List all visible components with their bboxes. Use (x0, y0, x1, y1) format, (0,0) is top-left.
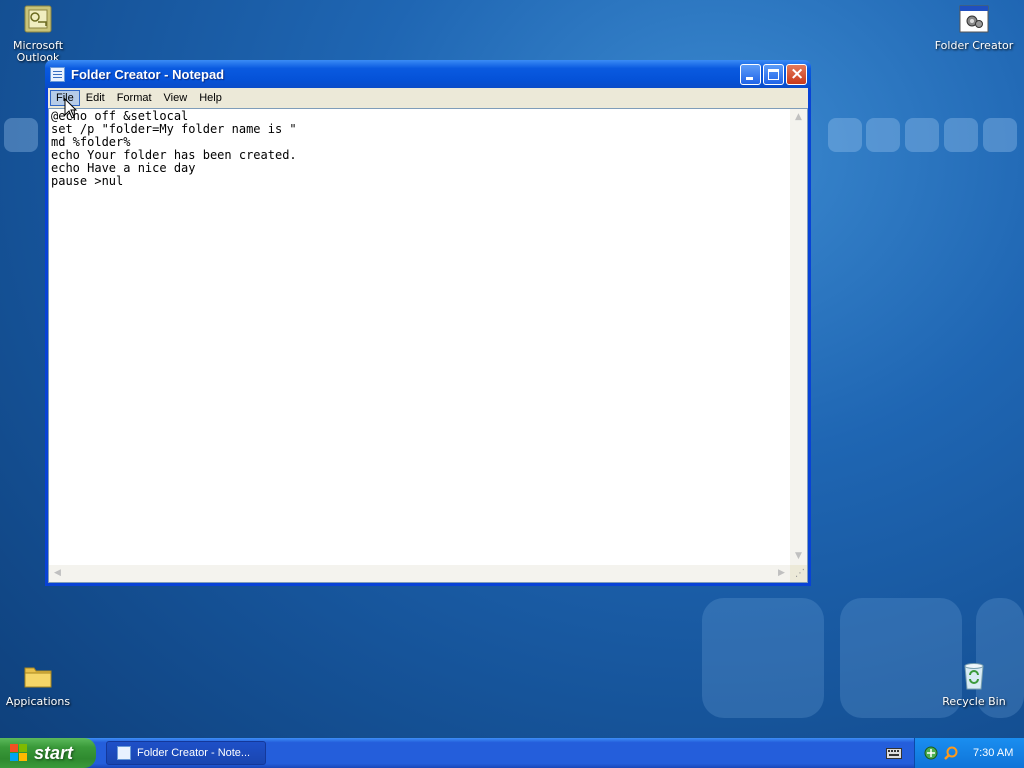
search-icon[interactable] (943, 745, 959, 761)
desktop-icon-folder-creator[interactable]: Folder Creator (934, 4, 1014, 52)
desktop-icon-label: Folder Creator (934, 39, 1014, 52)
outlook-icon (22, 4, 54, 36)
window-title: Folder Creator - Notepad (71, 66, 225, 82)
background-decoration (983, 118, 1017, 152)
menu-format[interactable]: Format (111, 90, 158, 106)
maximize-button[interactable] (763, 63, 784, 85)
horizontal-scrollbar[interactable]: ◀ ▶ (49, 565, 790, 582)
minimize-button[interactable] (740, 63, 761, 85)
scroll-down-icon[interactable]: ▼ (790, 548, 807, 565)
vertical-scrollbar[interactable]: ▲ ▼ (790, 109, 807, 565)
taskbar-button-notepad[interactable]: Folder Creator - Note... (106, 741, 266, 765)
minimize-icon (746, 76, 753, 80)
start-label: start (34, 742, 74, 763)
background-decoration (702, 598, 824, 718)
desktop-icon-recycle-bin[interactable]: Recycle Bin (934, 660, 1014, 708)
mouse-cursor-icon (64, 98, 78, 119)
menu-bar: File Edit Format View Help (48, 88, 808, 108)
background-decoration (905, 118, 939, 152)
menu-edit[interactable]: Edit (80, 90, 111, 106)
desktop-icon-outlook[interactable]: Microsoft Outlook (0, 4, 78, 64)
background-decoration (828, 118, 862, 152)
notepad-window[interactable]: Folder Creator - Notepad × File Edit For… (45, 60, 811, 586)
clock[interactable]: 7:30 AM (973, 747, 1013, 759)
close-icon: × (790, 63, 805, 84)
batch-file-icon (958, 4, 990, 36)
desktop-icon-applications[interactable]: Appications (0, 660, 78, 708)
taskbar-button-label: Folder Creator - Note... (137, 747, 251, 759)
notepad-icon (117, 746, 131, 760)
folder-icon (22, 660, 54, 692)
taskbar: start Folder Creator - Note... 7:30 AM (0, 738, 1024, 768)
text-area-container: @echo off &setlocal set /p "folder=My fol… (48, 108, 808, 583)
notepad-icon (50, 66, 65, 82)
menu-view[interactable]: View (158, 90, 194, 106)
background-decoration (944, 118, 978, 152)
desktop-icon-label: Appications (5, 695, 71, 708)
background-decoration (4, 118, 38, 152)
recycle-bin-icon (958, 660, 990, 692)
text-line: pause >nul (51, 174, 124, 188)
scroll-right-icon[interactable]: ▶ (773, 565, 790, 582)
close-button[interactable]: × (786, 63, 807, 85)
network-icon[interactable] (923, 745, 939, 761)
text-editor[interactable]: @echo off &setlocal set /p "folder=My fol… (49, 109, 790, 565)
title-bar[interactable]: Folder Creator - Notepad × (45, 60, 811, 88)
menu-help[interactable]: Help (193, 90, 228, 106)
desktop-icon-label: Recycle Bin (942, 695, 1006, 708)
maximize-icon (768, 68, 779, 80)
system-tray: 7:30 AM (914, 738, 1024, 768)
text-line: set /p "folder=My folder name is " (51, 122, 297, 136)
resize-grip-icon[interactable]: ⋰ (790, 565, 807, 582)
keyboard-icon[interactable] (886, 746, 902, 760)
text-line: echo Have a nice day (51, 161, 196, 175)
scroll-left-icon[interactable]: ◀ (49, 565, 66, 582)
windows-logo-icon (10, 744, 28, 762)
background-decoration (866, 118, 900, 152)
start-button[interactable]: start (0, 738, 96, 768)
scroll-up-icon[interactable]: ▲ (790, 109, 807, 126)
